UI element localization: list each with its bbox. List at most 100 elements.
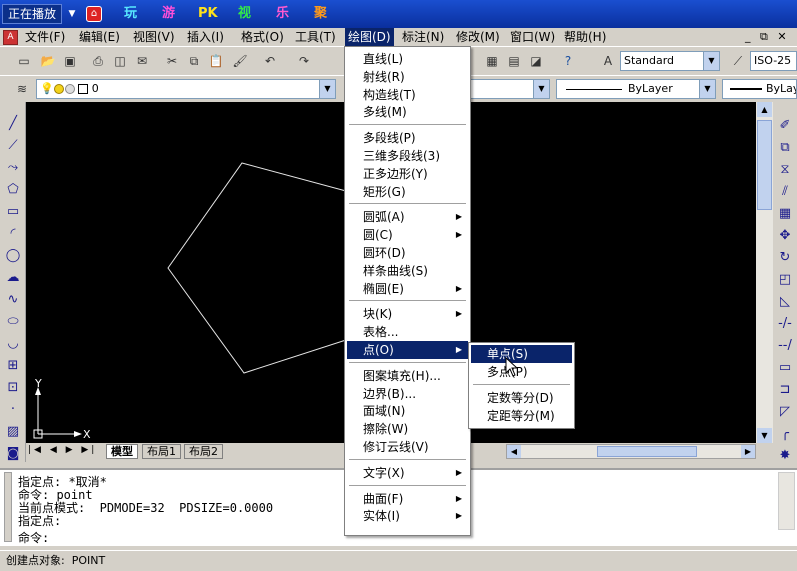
top-link-5[interactable]: 聚 (314, 5, 327, 23)
chevron-down-icon[interactable]: ▼ (699, 80, 715, 98)
plot-preview-icon[interactable]: ◫ (110, 51, 130, 71)
chevron-down-icon[interactable]: ▼ (533, 80, 549, 98)
open-file-icon[interactable]: 📂 (38, 51, 58, 71)
chamfer-icon[interactable]: ◸ (775, 402, 795, 422)
scale-icon[interactable]: ◰ (775, 270, 795, 290)
polyline-icon[interactable]: ⤳ (3, 158, 23, 178)
linetype-select[interactable]: ByLayer ▼ (556, 79, 716, 99)
offset-icon[interactable]: ⫽ (775, 182, 795, 202)
chevron-down-icon[interactable]: ▼ (703, 52, 719, 70)
stretch-icon[interactable]: ◺ (775, 292, 795, 312)
top-link-1[interactable]: 游 (162, 5, 175, 23)
region-icon[interactable]: ◙ (3, 444, 23, 464)
menu-item-1[interactable]: 编辑(E) (76, 28, 123, 47)
rectangle-icon[interactable]: ▭ (3, 202, 23, 222)
draw-menu-item[interactable]: 块(K) ▶ (347, 305, 468, 323)
draw-menu-item[interactable]: 圆(C) ▶ (347, 226, 468, 244)
revcloud-icon[interactable]: ☁ (3, 268, 23, 288)
tab-layout-0[interactable]: 模型 (106, 444, 138, 459)
draw-menu-item[interactable]: 样条曲线(S) (347, 262, 468, 280)
draw-menu-item[interactable]: 点(O) ▶ (347, 341, 468, 359)
layer-select[interactable]: 💡 0 ▼ (36, 79, 336, 99)
draw-menu-item[interactable]: 正多边形(Y) (347, 165, 468, 183)
draw-menu-item[interactable]: 修订云线(V) (347, 438, 468, 456)
draw-menu-item[interactable]: 多段线(P) (347, 129, 468, 147)
scroll-left-icon[interactable]: ◀ (507, 445, 521, 458)
ellipse-icon[interactable]: ⬭ (3, 312, 23, 332)
menu-item-10[interactable]: 帮助(H) (561, 28, 609, 47)
text-style-select[interactable]: Standard ▼ (620, 51, 720, 71)
sheet-set-icon[interactable]: ▤ (504, 51, 524, 71)
help-icon[interactable]: ? (558, 51, 578, 71)
join-icon[interactable]: ⊐ (775, 380, 795, 400)
layer-manager-icon[interactable]: ≋ (12, 79, 32, 99)
make-block-icon[interactable]: ⊡ (3, 378, 23, 398)
tab-layout-2[interactable]: 布局2 (184, 444, 223, 459)
tab-navigation[interactable]: |◀ ◀ ▶ ▶| (28, 445, 94, 458)
draw-menu-item[interactable]: 直线(L) (347, 50, 468, 68)
scroll-up-icon[interactable]: ▲ (757, 102, 772, 117)
menu-item-7[interactable]: 标注(N) (399, 28, 447, 47)
ellipse-arc-icon[interactable]: ◡ (3, 334, 23, 354)
extend-icon[interactable]: --/ (775, 336, 795, 356)
hscroll-thumb[interactable] (597, 446, 697, 457)
erase-icon[interactable]: ✐ (775, 116, 795, 136)
draw-menu-item[interactable]: 射线(R) (347, 68, 468, 86)
construction-line-icon[interactable]: ⟋ (3, 136, 23, 156)
now-playing-button[interactable]: 正在播放 (2, 4, 62, 24)
vertical-scrollbar[interactable]: ▲ ▼ (756, 102, 773, 443)
match-properties-icon[interactable]: 🖌 (230, 51, 250, 71)
point-icon[interactable]: · (3, 400, 23, 420)
markup-icon[interactable]: ◪ (526, 51, 546, 71)
spline-icon[interactable]: ∿ (3, 290, 23, 310)
copy-icon[interactable]: ⧉ (184, 51, 204, 71)
minimize-icon[interactable]: _ (745, 30, 751, 43)
menu-item-3[interactable]: 插入(I) (184, 28, 227, 47)
undo-icon[interactable]: ↶ (260, 51, 280, 71)
top-link-3[interactable]: 视 (238, 5, 251, 23)
close-icon[interactable]: ✕ (777, 30, 786, 43)
scroll-thumb[interactable] (757, 120, 772, 210)
menu-item-4[interactable]: 格式(O) (238, 28, 287, 47)
point-menu-item[interactable]: 多点(P) (471, 363, 572, 381)
draw-menu-item[interactable]: 圆弧(A) ▶ (347, 208, 468, 226)
save-icon[interactable]: ▣ (60, 51, 80, 71)
command-prompt[interactable]: 命令: (18, 532, 49, 545)
draw-menu-item[interactable]: 椭圆(E) ▶ (347, 280, 468, 298)
draw-menu-item[interactable]: 构造线(T) (347, 86, 468, 104)
pentagon-entity[interactable] (167, 162, 347, 374)
arc-icon[interactable]: ◜ (3, 224, 23, 244)
command-scrollbar[interactable] (778, 472, 795, 530)
draw-menu-item[interactable]: 文字(X) ▶ (347, 464, 468, 482)
chevron-down-icon[interactable]: ▼ (319, 80, 335, 98)
command-window-grip[interactable] (4, 472, 12, 542)
circle-icon[interactable]: ◯ (3, 246, 23, 266)
text-style-icon[interactable]: A (598, 51, 618, 71)
top-link-2[interactable]: PK (198, 5, 218, 23)
array-icon[interactable]: ▦ (775, 204, 795, 224)
draw-menu-item[interactable]: 图案填充(H)... (347, 367, 468, 385)
top-link-4[interactable]: 乐 (276, 5, 289, 23)
line-tool-icon[interactable]: ╱ (3, 114, 23, 134)
restore-icon[interactable]: ⧉ (760, 30, 768, 43)
draw-menu-item[interactable]: 表格... (347, 323, 468, 341)
publish-icon[interactable]: ✉ (132, 51, 152, 71)
redo-icon[interactable]: ↷ (294, 51, 314, 71)
scroll-down-icon[interactable]: ▼ (757, 428, 772, 443)
plot-icon[interactable]: ⎙ (88, 51, 108, 71)
draw-menu-item[interactable]: 矩形(G) (347, 183, 468, 201)
trim-icon[interactable]: -/- (775, 314, 795, 334)
tool-palettes-icon[interactable]: ▦ (482, 51, 502, 71)
menu-item-9[interactable]: 窗口(W) (507, 28, 558, 47)
draw-menu-item[interactable]: 三维多段线(3) (347, 147, 468, 165)
hatch-icon[interactable]: ▨ (3, 422, 23, 442)
scroll-right-icon[interactable]: ▶ (741, 445, 755, 458)
menu-item-5[interactable]: 工具(T) (292, 28, 339, 47)
dim-style-icon[interactable]: ⟋ (728, 51, 748, 71)
fillet-icon[interactable]: ╭ (775, 424, 795, 444)
menu-item-8[interactable]: 修改(M) (453, 28, 503, 47)
menu-item-6[interactable]: 绘图(D) (345, 28, 394, 47)
menu-item-2[interactable]: 视图(V) (130, 28, 178, 47)
move-icon[interactable]: ✥ (775, 226, 795, 246)
draw-menu-item[interactable]: 面域(N) (347, 402, 468, 420)
